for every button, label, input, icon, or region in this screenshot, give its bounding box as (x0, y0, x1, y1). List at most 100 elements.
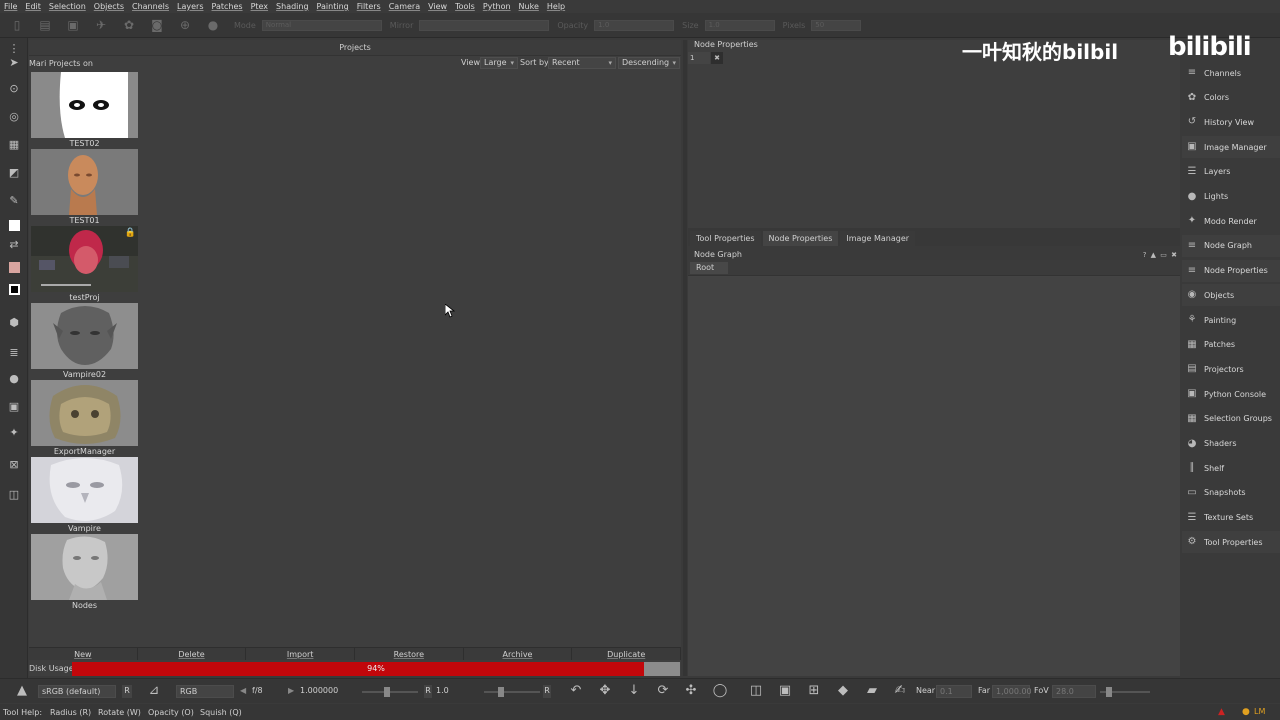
import-button[interactable]: Import (246, 648, 356, 660)
tab-node-properties[interactable]: Node Properties (762, 231, 839, 246)
rotate-icon[interactable]: ⟳ (655, 683, 671, 699)
project-thumbnail[interactable] (31, 303, 138, 369)
palette-patches[interactable]: ▦ Patches (1182, 334, 1280, 356)
opacity-field[interactable]: 1.0 (594, 19, 675, 31)
gain-value[interactable]: 1.0 (436, 685, 449, 698)
reset-colorspace-button[interactable]: R (122, 685, 132, 698)
palette-layers[interactable]: ☰ Layers (1182, 161, 1280, 183)
fstop-down-icon[interactable]: ◀ (240, 685, 246, 698)
mode-dropdown[interactable]: Normal (261, 19, 382, 31)
palette-modo-render[interactable]: ✦ Modo Render (1182, 210, 1280, 232)
tab-tool-properties[interactable]: Tool Properties (690, 231, 761, 246)
sparkle-icon[interactable]: ✦ (7, 426, 21, 440)
menu-painting[interactable]: Painting (317, 2, 349, 11)
palette-shelf[interactable]: ∥ Shelf (1182, 457, 1280, 479)
brush-dot-icon[interactable]: ● (206, 18, 220, 32)
exposure-slider[interactable] (362, 687, 418, 697)
menu-shading[interactable]: Shading (276, 2, 309, 11)
palette-image-manager[interactable]: ▣ Image Manager (1182, 136, 1280, 159)
fov-slider[interactable] (1100, 687, 1150, 697)
target-icon[interactable]: ⊕ (178, 18, 192, 32)
project-item-exportmanager[interactable]: ExportManager (31, 380, 138, 457)
project-item-vampire02[interactable]: Vampire02 (31, 303, 138, 380)
palette-painting[interactable]: ⚘ Painting (1182, 309, 1280, 331)
node-graph-canvas[interactable] (688, 277, 1180, 676)
exposure-value[interactable]: 1.000000 (300, 685, 338, 698)
project-thumbnail[interactable] (31, 457, 138, 523)
flag-icon[interactable]: ▰ (864, 683, 880, 699)
size-field[interactable]: 1.0 (704, 19, 775, 31)
duplicate-button[interactable]: Duplicate (572, 648, 682, 660)
layers-tool-icon[interactable]: ≣ (7, 346, 21, 360)
menu-python[interactable]: Python (483, 2, 511, 11)
project-thumbnail[interactable]: 🔒 (31, 226, 138, 292)
project-item-vampire[interactable]: Vampire (31, 457, 138, 534)
project-item-test02[interactable]: TEST02 (31, 72, 138, 149)
menu-selection[interactable]: Selection (49, 2, 86, 11)
screenshot-icon[interactable]: ▣ (777, 683, 793, 699)
menu-view[interactable]: View (428, 2, 447, 11)
paint-icon[interactable]: ◎ (7, 110, 21, 124)
node-properties-field[interactable]: 1 (688, 52, 710, 64)
palette-tool-properties[interactable]: ⚙ Tool Properties (1182, 531, 1280, 554)
move-icon[interactable]: ✥ (597, 683, 613, 699)
palette-projectors[interactable]: ▤ Projectors (1182, 358, 1280, 380)
panel-splitter[interactable] (683, 40, 687, 676)
node-graph-window-icons[interactable]: ? ▲ ▭ ✖ (1143, 250, 1178, 260)
camera-icon[interactable]: ◙ (150, 18, 164, 32)
sphere-icon[interactable]: ● (7, 372, 21, 386)
brush-icon[interactable]: ✎ (7, 194, 21, 208)
warning-icon[interactable]: ▲ (1218, 707, 1225, 717)
project-item-nodes[interactable]: Nodes (31, 534, 138, 611)
menu-channels[interactable]: Channels (132, 2, 169, 11)
project-thumbnail[interactable] (31, 380, 138, 446)
palette-history-view[interactable]: ↺ History View (1182, 111, 1280, 133)
menu-camera[interactable]: Camera (389, 2, 420, 11)
curve-icon[interactable]: ⊿ (146, 683, 162, 699)
project-thumbnail[interactable] (31, 149, 138, 215)
palette-lights[interactable]: ● Lights (1182, 186, 1280, 208)
light-icon[interactable]: ● (1242, 707, 1250, 717)
colorspace-dropdown[interactable]: sRGB (default) (38, 685, 116, 698)
white-swatch-icon[interactable] (7, 218, 21, 232)
tab-image-manager[interactable]: Image Manager (840, 231, 916, 246)
black-white-swatch-icon[interactable] (7, 282, 21, 296)
node-properties-close-icon[interactable]: ✖ (711, 52, 723, 64)
palette-node-properties[interactable]: ≡ Node Properties (1182, 259, 1280, 282)
fstop-value[interactable]: f/8 (252, 685, 263, 698)
menu-layers[interactable]: Layers (177, 2, 203, 11)
split-view-icon[interactable]: ◫ (748, 683, 764, 699)
palette-python-console[interactable]: ▣ Python Console (1182, 383, 1280, 405)
menu-edit[interactable]: Edit (25, 2, 41, 11)
exposure-down-icon[interactable]: ▶ (288, 685, 294, 698)
gain-reset-button[interactable]: R (424, 685, 432, 698)
object-icon[interactable]: ⬢ (7, 316, 21, 330)
menu-ptex[interactable]: Ptex (251, 2, 268, 11)
undo-icon[interactable]: ↶ (568, 683, 584, 699)
new-file-icon[interactable]: ▯ (10, 18, 24, 32)
grid-icon[interactable]: ▦ (7, 138, 21, 152)
fov-field[interactable]: 28.0 (1052, 685, 1096, 698)
lut-icon[interactable]: ▲ (14, 683, 30, 699)
restore-button[interactable]: Restore (355, 648, 464, 660)
cube-icon[interactable]: ◆ (835, 683, 851, 699)
channel-dropdown[interactable]: RGB (176, 685, 234, 698)
save-icon[interactable]: ▣ (66, 18, 80, 32)
project-thumbnail[interactable] (31, 534, 138, 600)
new-button[interactable]: New (29, 648, 138, 660)
palette-colors[interactable]: ✿ Colors (1182, 87, 1280, 109)
far-field[interactable]: 1,000.00 (992, 685, 1032, 698)
select-arrow-icon[interactable]: ➤ (7, 56, 21, 70)
pink-swatch-icon[interactable] (7, 260, 21, 274)
menu-file[interactable]: File (4, 2, 17, 11)
down-arrow-icon[interactable]: ↓ (626, 683, 642, 699)
sphere-outline-icon[interactable]: ◯ (712, 683, 728, 699)
brush-stroke-icon[interactable]: ✍ (892, 683, 908, 699)
transform-icon[interactable]: ◩ (7, 166, 21, 180)
archive-button[interactable]: Archive (464, 648, 573, 660)
swap-icon[interactable]: ⇄ (7, 238, 21, 252)
palette-objects[interactable]: ◉ Objects (1182, 284, 1280, 307)
project-thumbnail[interactable] (31, 72, 138, 138)
palette-shaders[interactable]: ◕ Shaders (1182, 433, 1280, 455)
menu-patches[interactable]: Patches (212, 2, 243, 11)
